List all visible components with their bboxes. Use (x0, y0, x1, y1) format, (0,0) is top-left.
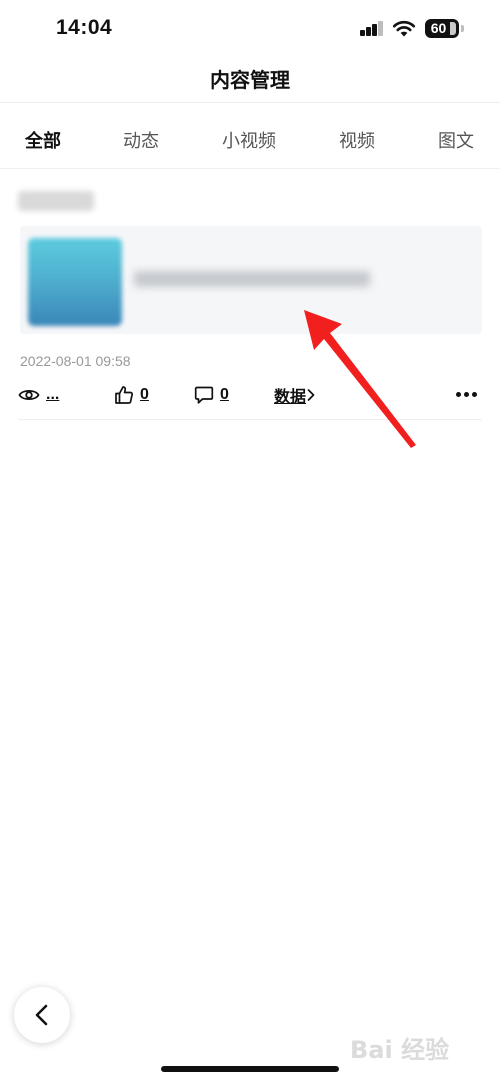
page-title: 内容管理 (210, 68, 290, 92)
tab-article[interactable]: 图文 (438, 127, 474, 153)
likes-count: 0 (140, 386, 149, 403)
battery-level-text: 60 (430, 20, 447, 36)
blurred-section-label (18, 191, 94, 211)
more-icon[interactable] (456, 392, 478, 398)
tab-short-video[interactable]: 小视频 (222, 127, 276, 153)
comments-count: 0 (220, 386, 229, 403)
signal-icon (360, 21, 384, 36)
wifi-icon (392, 20, 416, 37)
status-bar: 14:04 60 (0, 0, 500, 58)
eye-icon (18, 389, 40, 401)
comment-icon (194, 386, 214, 404)
views-stat[interactable]: ... (18, 380, 59, 410)
watermark-logo: Bai 经验 (350, 1022, 480, 1064)
status-time: 14:04 (56, 16, 113, 39)
tab-dynamic[interactable]: 动态 (123, 127, 159, 153)
content-thumbnail (28, 238, 122, 326)
home-indicator[interactable] (161, 1066, 339, 1072)
battery-icon: 60 (425, 19, 459, 38)
comments-stat[interactable]: 0 (194, 380, 229, 410)
back-button[interactable] (14, 987, 70, 1043)
likes-stat[interactable]: 0 (114, 380, 149, 410)
content-stats: ... 0 0 数据 (0, 380, 500, 410)
back-icon (35, 1004, 48, 1026)
blurred-content-title (134, 271, 370, 287)
tab-video[interactable]: 视频 (339, 127, 375, 153)
watermark-text: Bai 经验 (350, 1036, 450, 1064)
views-count: ... (46, 386, 60, 403)
publish-date: 2022-08-01 09:58 (20, 353, 131, 369)
red-arrow-annotation (304, 310, 416, 448)
tab-all[interactable]: 全部 (25, 127, 61, 153)
battery-tip (461, 25, 464, 32)
thumbs-up-icon (115, 386, 134, 404)
tabs-divider (0, 168, 500, 169)
content-tabs: 全部 动态 小视频 视频 图文 (0, 103, 500, 169)
